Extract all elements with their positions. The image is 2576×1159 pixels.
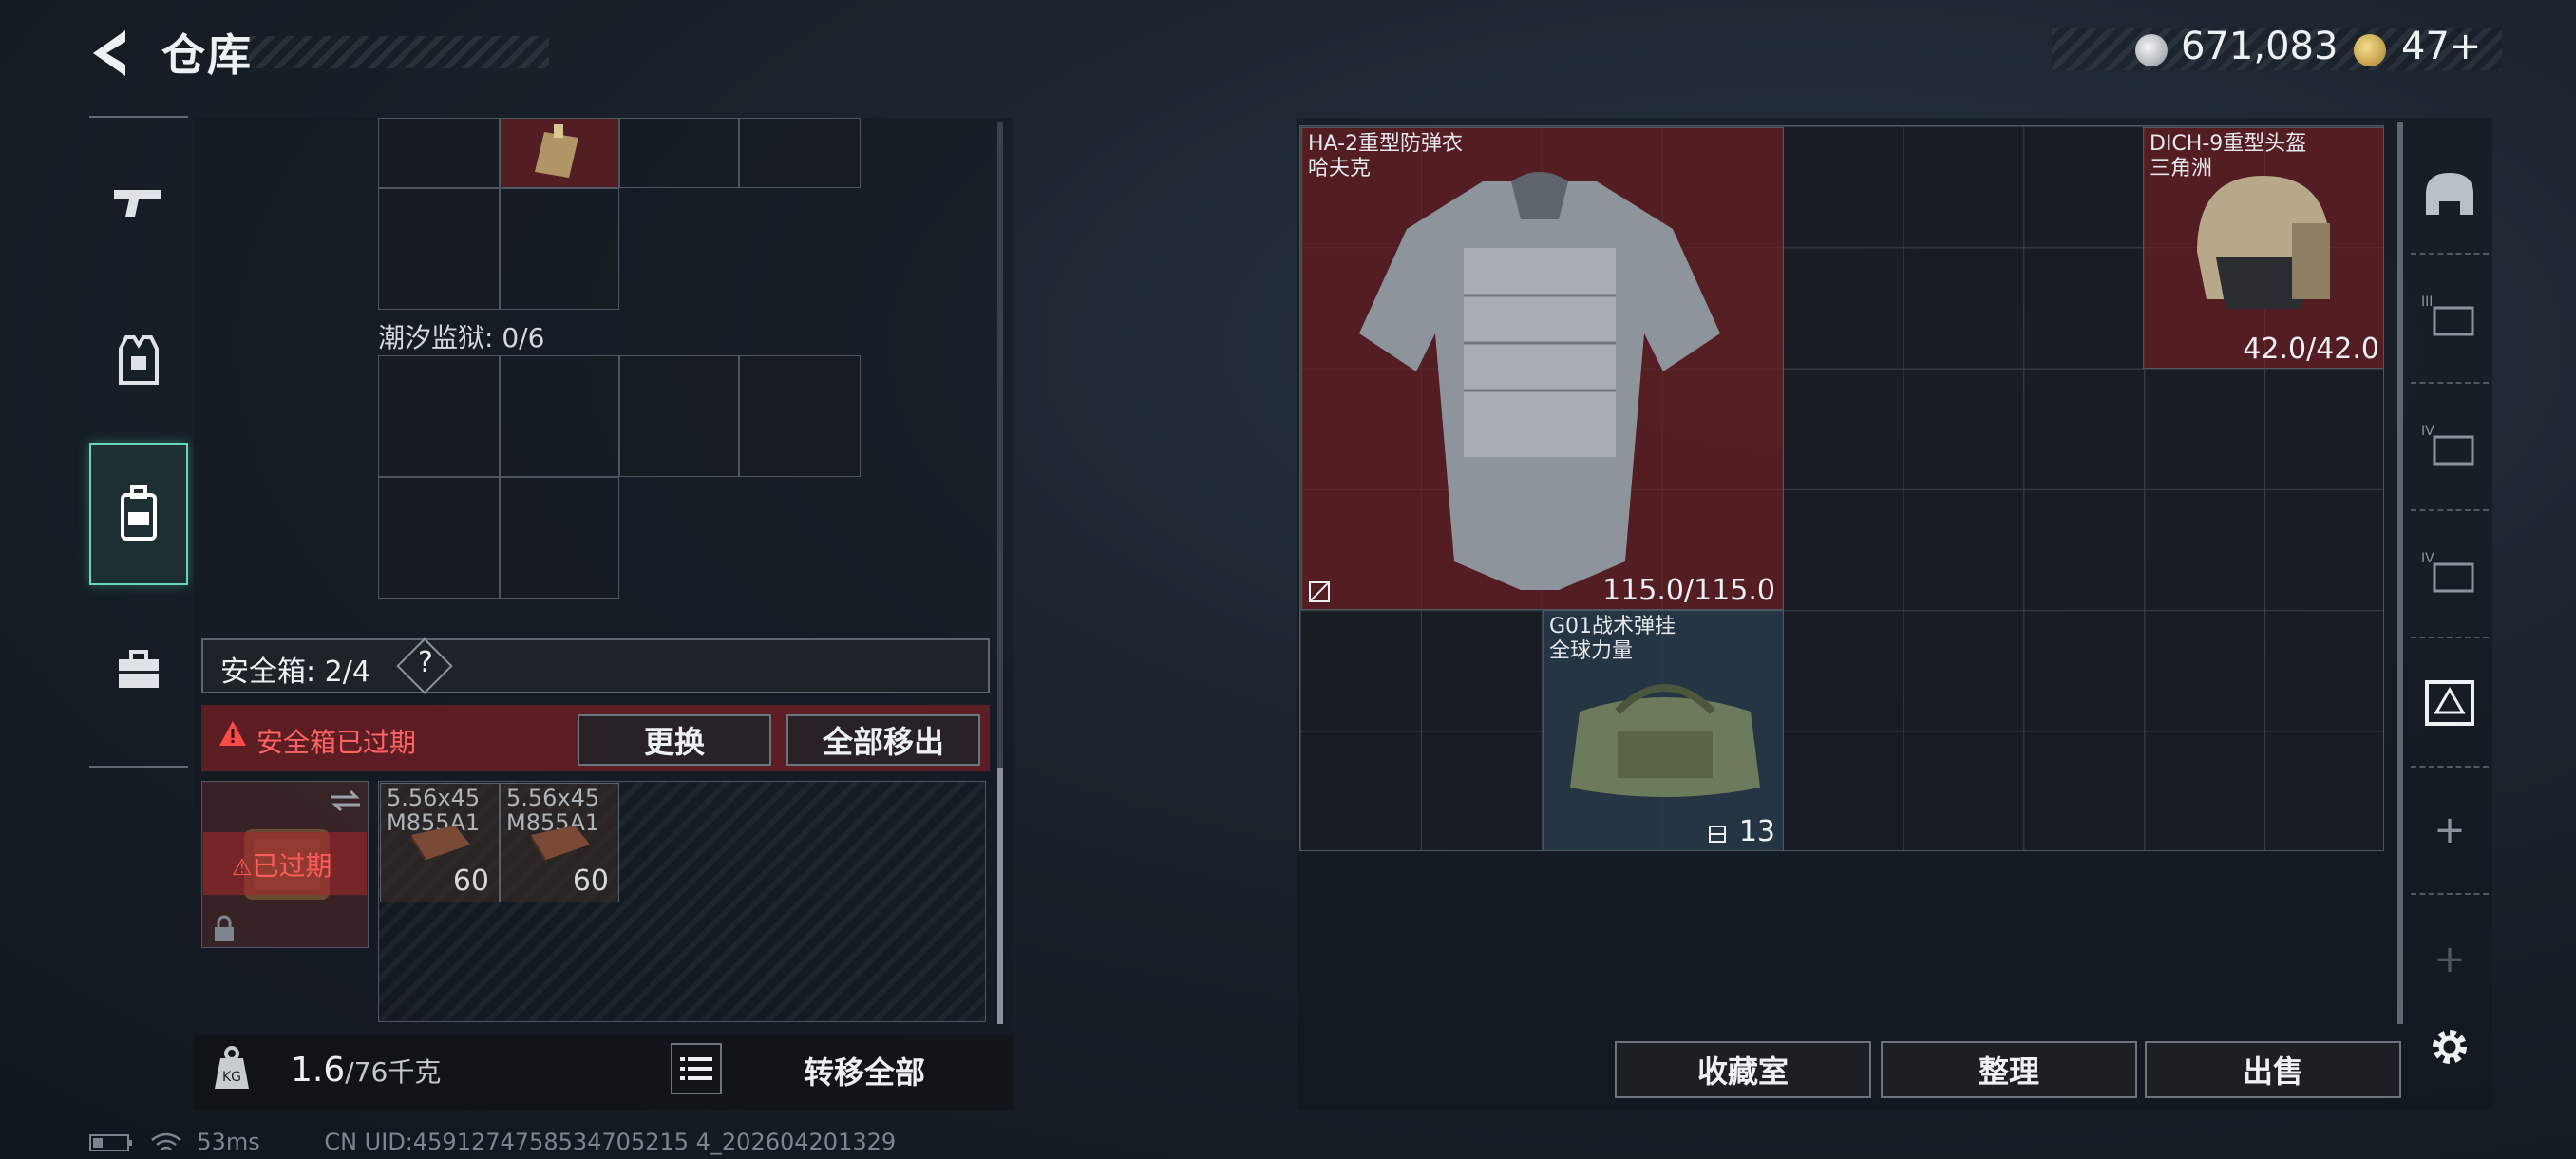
tidal-cell[interactable] [619,355,739,477]
replace-button[interactable]: 更换 [578,714,771,766]
armor-tier-icon: III [2421,294,2474,336]
rig-tier-icon: IV [2421,551,2474,593]
helmet-slot[interactable]: DICH-9重型头盔 三角洲 42.0/42.0 [2143,127,2384,369]
ping-readout: 53ms [197,1129,260,1155]
lock-icon [215,915,234,941]
armor-tier-icon: IV [2421,424,2474,466]
ammo-item[interactable]: 5.56x45 M855A1 60 [500,783,619,902]
svg-text:III: III [2421,294,2433,310]
move-all-out-button[interactable]: 全部移出 [786,714,980,766]
settings-button[interactable] [2407,990,2492,1104]
ammo-box-icon [531,826,590,864]
ammo-count: 60 [572,864,609,898]
svg-text:IV: IV [2421,551,2434,566]
sell-button[interactable]: 出售 [2145,1041,2401,1098]
nav-divider [2411,253,2489,255]
backpack-scrollbar-thumb[interactable] [997,768,1003,1024]
backpack-cell[interactable] [619,118,739,188]
weight-current: 1.6 [291,1051,346,1090]
item-icon [535,124,578,178]
nav-item-backpack[interactable] [89,443,188,585]
right-nav-helmet[interactable] [2407,137,2492,251]
warning-icon [218,720,247,754]
add-slot-button[interactable]: + [2407,773,2492,887]
list-icon [680,1057,712,1080]
nav-divider [2411,893,2489,895]
rig-capacity: 13 [1738,815,1775,848]
back-button[interactable] [87,27,135,80]
helmet-image [2197,176,2330,309]
helmet-name: DICH-9重型头盔 [2150,132,2307,156]
nav-divider [2411,636,2489,638]
right-nav-armor-iii[interactable]: III [2407,258,2492,372]
equipment-scrollbar-thumb[interactable] [2397,122,2403,1024]
expired-message: 安全箱已过期 [256,727,417,758]
backpack-item-slot[interactable] [500,118,619,188]
safe-box-icon [2425,680,2474,726]
gold-balance[interactable]: 47+ [2401,25,2481,68]
section-label: 潮汐监狱: 0/6 [378,322,545,353]
silver-balance: 671,083 [2181,25,2339,68]
backpack-cell[interactable] [500,188,619,310]
nav-divider [2411,382,2489,384]
expired-badge: ⚠已过期 [232,850,332,882]
right-nav-safe-active[interactable] [2407,646,2492,760]
collection-room-button[interactable]: 收藏室 [1615,1041,1871,1098]
swap-icon[interactable] [330,789,362,812]
rig-name: G01战术弹挂 [1549,615,1676,638]
organize-button[interactable]: 整理 [1881,1041,2137,1098]
right-nav-armor-iv[interactable]: IV [2407,388,2492,502]
tidal-cell[interactable] [378,355,500,477]
helmet-durability: 42.0/42.0 [2243,332,2379,366]
weight-icon: KG [211,1045,253,1094]
tidal-cell[interactable] [739,355,861,477]
nav-divider [2411,766,2489,768]
nav-divider [2411,509,2489,511]
tactical-bag-image [1570,684,1760,797]
svg-text:KG: KG [222,1070,241,1085]
gun-icon [114,190,161,217]
ammo-box-icon [411,826,470,864]
title-decoration [249,36,549,68]
tidal-cell[interactable] [378,477,500,598]
ammo-item[interactable]: 5.56x45 M855A1 60 [380,783,500,902]
rig-slot[interactable]: G01战术弹挂 全球力量 13 [1543,610,1784,851]
weight-max: /76千克 [345,1056,442,1088]
battery-icon [89,1134,132,1151]
backpack-cell[interactable] [378,188,500,310]
backpack-icon [121,485,157,541]
rig-brand: 全球力量 [1549,639,1634,663]
silver-coin-icon [2135,34,2168,66]
safe-box-label: 安全箱: 2/4 [220,656,370,689]
helmet-icon [2426,173,2473,215]
status-bar: 53ms CN UID:4591274758534705215 4_202604… [89,1129,896,1155]
tidal-cell[interactable] [500,355,619,477]
list-view-button[interactable] [671,1043,722,1094]
nav-item-weapon[interactable] [89,133,188,276]
right-nav-rig-iv[interactable]: IV [2407,515,2492,629]
ammo-count: 60 [452,864,489,898]
nav-item-case[interactable] [89,598,188,741]
wifi-icon [150,1132,181,1151]
weight-readout: 1.6/76千克 [291,1051,441,1090]
briefcase-icon [119,650,159,688]
backpack-cell[interactable] [378,118,500,188]
back-arrow-icon [93,30,125,76]
gold-coin-icon [2354,34,2386,66]
body-armor-image [1359,172,1720,590]
transfer-all-button[interactable]: 转移全部 [731,1043,997,1098]
no-insure-icon [1309,581,1330,602]
armor-durability: 115.0/115.0 [1602,574,1775,607]
backpack-cell[interactable] [739,118,861,188]
page-title: 仓库 [161,29,253,81]
gear-icon [2433,1030,2467,1064]
vest-icon [119,335,159,385]
nav-item-vest[interactable] [89,289,188,431]
tidal-cell[interactable] [500,477,619,598]
svg-text:IV: IV [2421,424,2434,439]
help-text: ? [418,646,433,679]
armor-slot[interactable]: HA-2重型防弹衣 哈夫克 115.0/115.0 [1301,127,1784,610]
uid-readout: CN UID:4591274758534705215 4_20260420132… [324,1129,897,1155]
capacity-icon [1709,826,1726,843]
